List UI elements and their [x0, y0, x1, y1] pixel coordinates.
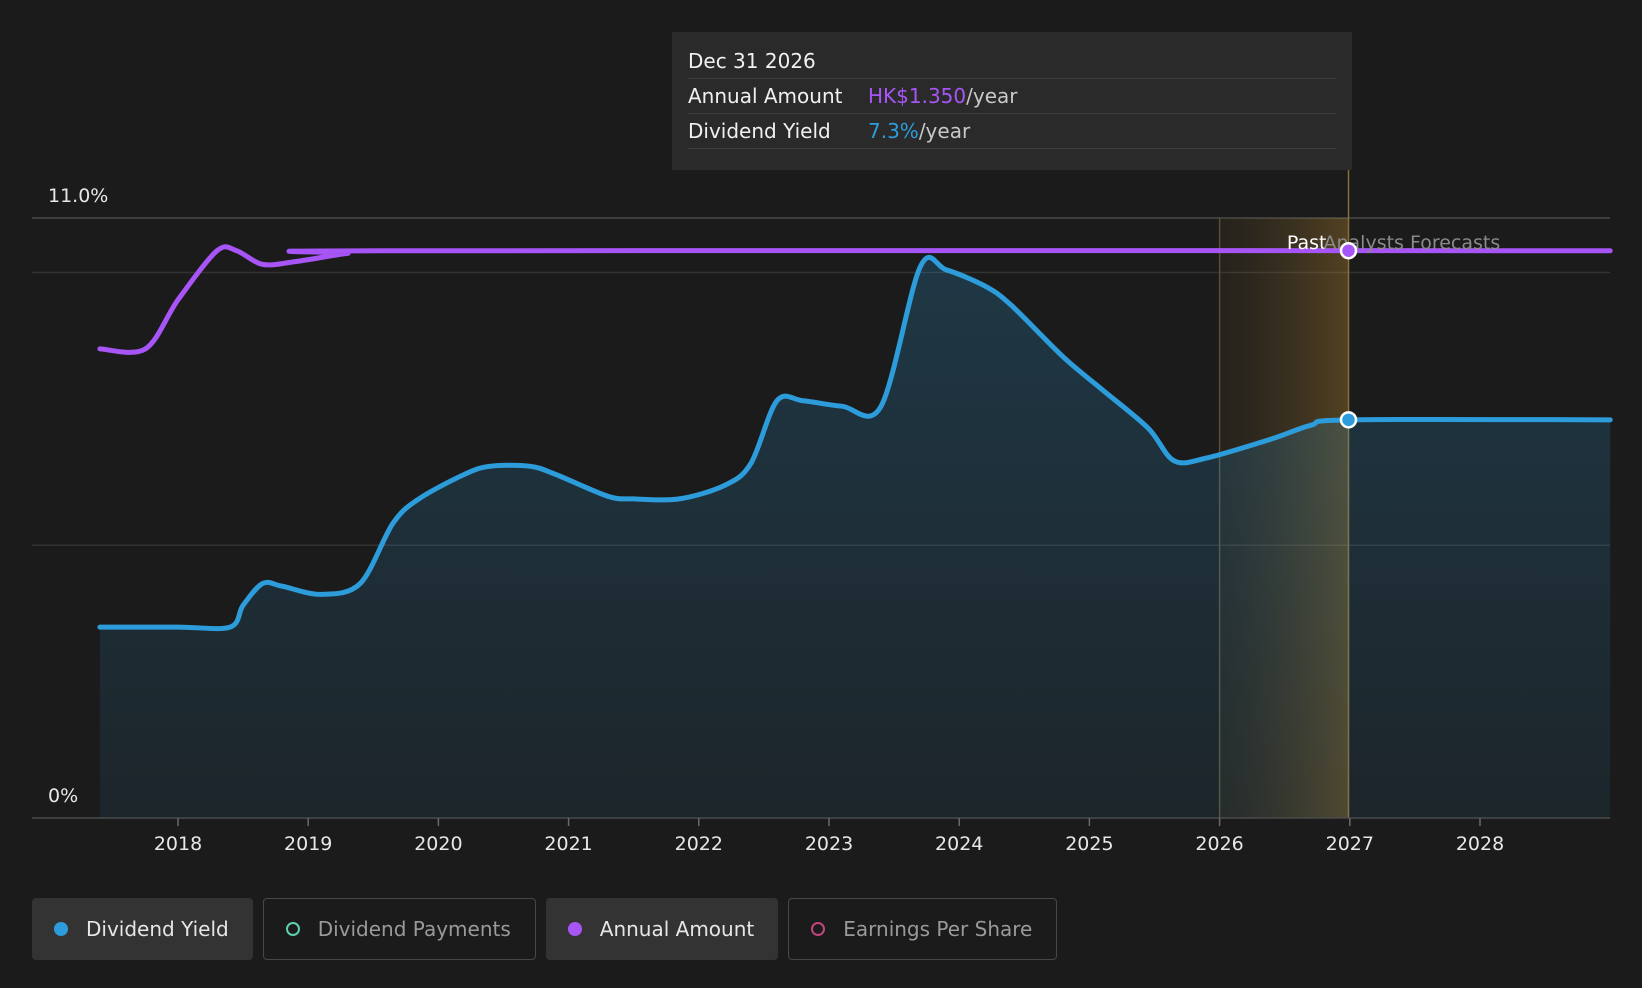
legend-dividend-yield-dot-icon [54, 922, 68, 936]
legend-earnings-per-share-label: Earnings Per Share [843, 917, 1033, 941]
legend-annual-amount-button[interactable]: Annual Amount [545, 898, 779, 960]
tooltip-annual-amount-value: HK$1.350 [868, 84, 967, 108]
tooltip-date: Dec 31 2026 [688, 44, 1336, 79]
legend-dividend-payments-button[interactable]: Dividend Payments [262, 898, 536, 960]
x-tick-label: 2019 [284, 833, 332, 855]
annual-amount-line [97, 244, 1613, 355]
legend-earnings-per-share-dot-icon [811, 922, 826, 936]
y-axis-top-label: 11.0% [48, 185, 108, 207]
x-tick-label: 2023 [805, 833, 853, 855]
past-label: Past [1287, 232, 1327, 254]
tooltip-annual-amount-label: Annual Amount [688, 84, 843, 108]
chart-legend: Dividend Yield Dividend Payments Annual … [32, 898, 1058, 960]
chart-tooltip: Dec 31 2026 Annual Amount HK$1.350/year … [672, 32, 1352, 170]
legend-dividend-yield-button[interactable]: Dividend Yield [32, 898, 253, 960]
y-axis-bottom-label: 0% [48, 785, 78, 807]
legend-dividend-payments-dot-icon [285, 922, 300, 936]
tooltip-dividend-yield-label: Dividend Yield [688, 119, 831, 143]
dividend-yield-area [99, 257, 1611, 818]
x-tick-label: 2027 [1326, 833, 1374, 855]
x-tick-label: 2020 [414, 833, 462, 855]
x-tick-label: 2028 [1456, 833, 1504, 855]
annual-amount-marker [1339, 241, 1358, 260]
x-tick-label: 2018 [154, 833, 202, 855]
x-tick-label: 2026 [1195, 833, 1243, 855]
legend-annual-amount-dot-icon [567, 922, 582, 936]
x-tick-label: 2024 [935, 833, 983, 855]
tooltip-dividend-yield-value: 7.3% [868, 119, 919, 143]
legend-dividend-yield-label: Dividend Yield [86, 917, 229, 941]
tooltip-annual-amount-row: Annual Amount HK$1.350/year [688, 79, 1336, 114]
tooltip-dividend-yield-unit: /year [918, 119, 971, 143]
dividend-yield-marker [1339, 411, 1358, 429]
x-tick-label: 2022 [675, 833, 723, 855]
tooltip-annual-amount-unit: /year [966, 84, 1018, 108]
legend-earnings-per-share-button[interactable]: Earnings Per Share [788, 898, 1058, 960]
x-tick-label: 2025 [1065, 833, 1113, 855]
tooltip-dividend-yield-row: Dividend Yield 7.3%/year [688, 114, 1336, 149]
legend-annual-amount-label: Annual Amount [599, 917, 755, 941]
legend-dividend-payments-label: Dividend Payments [317, 917, 511, 941]
x-tick-label: 2021 [544, 833, 592, 855]
